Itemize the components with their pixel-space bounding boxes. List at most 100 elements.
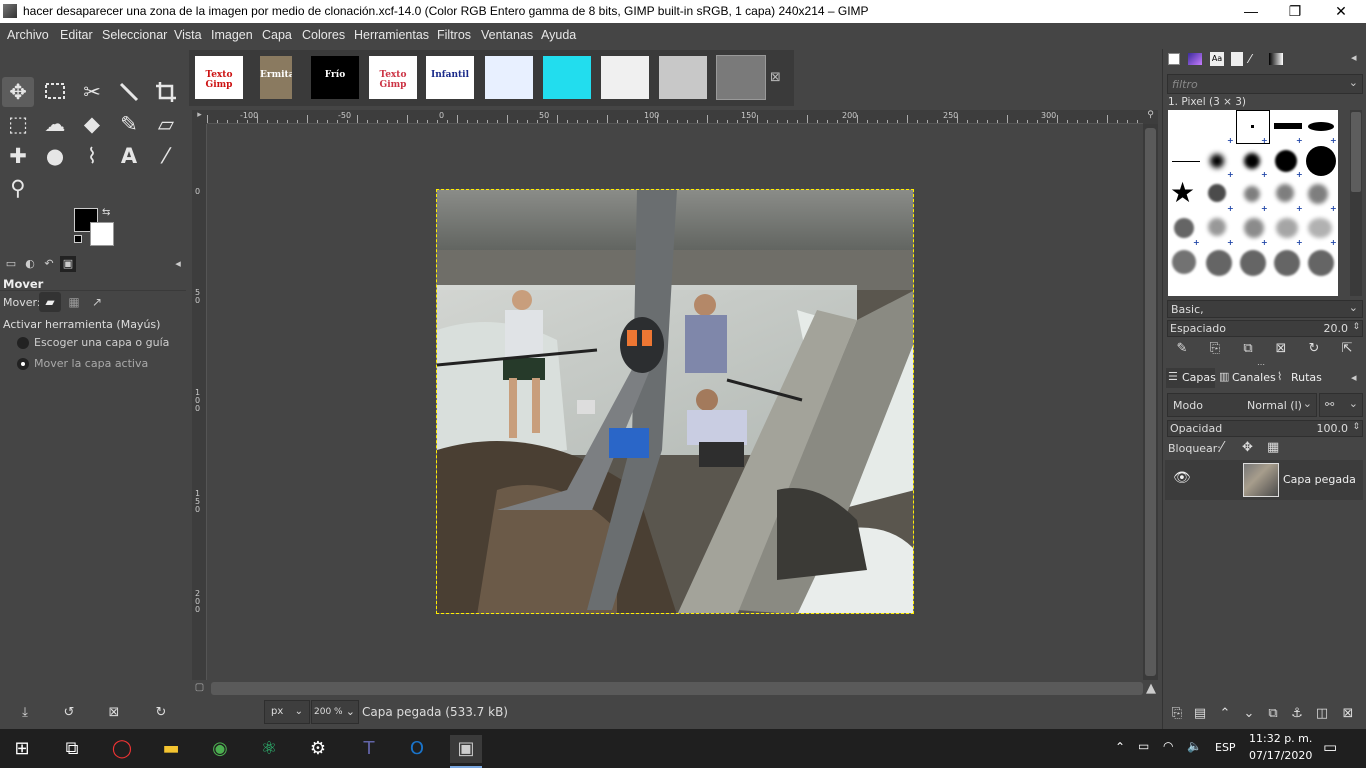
volume-icon[interactable]: 🔈 (1187, 739, 1202, 753)
image-canvas[interactable] (436, 189, 914, 614)
new-layer-icon[interactable]: ⎘ (1168, 705, 1186, 723)
reset-options-icon[interactable]: ↻ (152, 704, 170, 722)
image-tab-8[interactable] (601, 56, 649, 99)
restore-options-icon[interactable]: ↺ (60, 704, 78, 722)
heal-icon[interactable]: ✚ (2, 141, 34, 171)
image-tab-6[interactable] (485, 56, 533, 99)
minimize-button[interactable]: — (1228, 0, 1274, 23)
warp-transform-icon[interactable]: ☁ (39, 109, 71, 139)
opacity-field[interactable]: Opacidad 100.0 ⇕ (1167, 420, 1363, 437)
unit-select[interactable]: px ⌄ (264, 700, 310, 724)
pick-layer-radio[interactable] (17, 337, 29, 349)
chrome-icon[interactable]: ◉ (206, 735, 234, 763)
menu-herramientas[interactable]: Herramientas (354, 28, 429, 42)
move-selection-mode-icon[interactable]: ▦ (65, 292, 83, 312)
menu-vista[interactable]: Vista (174, 28, 202, 42)
crop-icon[interactable] (150, 77, 182, 107)
lock-pixels-icon[interactable]: ⁄ (1221, 440, 1223, 455)
brush-block[interactable] (1274, 123, 1302, 129)
brush-grid[interactable]: ★ + + + + + + + + + + + + + + + + (1168, 110, 1338, 296)
image-tab-4[interactable]: Texto Gimp (369, 56, 417, 99)
settings-gear-icon[interactable]: ⚙ (304, 735, 332, 763)
patterns-tab-icon[interactable] (1188, 53, 1202, 65)
menu-capa[interactable]: Capa (262, 28, 292, 42)
spin-arrows-icon[interactable]: ⇕ (1352, 420, 1360, 435)
layer-row[interactable]: 👁 Capa pegada (1165, 460, 1363, 500)
document-history-icon[interactable] (1231, 52, 1243, 66)
eraser-icon[interactable]: ▱ (150, 109, 182, 139)
menu-ayuda[interactable]: Ayuda (541, 28, 576, 42)
menu-archivo[interactable]: Archivo (7, 28, 49, 42)
battery-icon[interactable]: ▭ (1138, 739, 1149, 753)
undo-history-tab-icon[interactable]: ↶ (41, 256, 57, 272)
star-brush-icon[interactable]: ★ (1170, 178, 1195, 208)
close-button[interactable]: ✕ (1318, 0, 1364, 23)
spin-arrows-icon[interactable]: ⇕ (1352, 320, 1360, 335)
opera-icon[interactable]: ◯ (108, 735, 136, 763)
image-tab-1[interactable]: Texto Gimp (195, 56, 243, 99)
delete-layer-icon[interactable]: ⊠ (1339, 705, 1357, 723)
image-tab-3[interactable]: Frío (311, 56, 359, 99)
panel-menu-icon[interactable]: ◂ (1351, 371, 1357, 384)
new-layer-group-icon[interactable]: ▤ (1191, 705, 1209, 723)
navigate-icon[interactable]: ▲ (1146, 681, 1156, 696)
gimp-taskbar-icon[interactable]: ▣ (450, 735, 482, 763)
fuzzy-select-icon[interactable] (113, 77, 145, 107)
unified-transform-icon[interactable]: ⬚ (2, 109, 34, 139)
refresh-brushes-icon[interactable]: ↻ (1305, 340, 1323, 358)
layer-mode-select[interactable]: Modo Normal (l) ⌄ (1167, 393, 1317, 417)
default-colors-icon[interactable] (74, 235, 82, 243)
path-tool-icon[interactable]: ⌇ (76, 141, 108, 171)
lock-alpha-icon[interactable]: ▦ (1267, 440, 1279, 455)
file-explorer-icon[interactable]: ▬ (157, 735, 185, 763)
language-indicator[interactable]: ESP (1215, 741, 1236, 754)
brush-editor-icon[interactable]: ⁄ (1249, 52, 1251, 66)
move-layer-mode-icon[interactable]: ▰ (39, 292, 61, 312)
bucket-fill-icon[interactable]: ◆ (76, 109, 108, 139)
scissors-icon[interactable]: ✂ (76, 77, 108, 107)
brush-grid-scrollbar[interactable] (1350, 110, 1362, 296)
duplicate-layer-icon[interactable]: ⧉ (1264, 705, 1282, 723)
delete-brush-icon[interactable]: ⊠ (1272, 340, 1290, 358)
mask-layer-icon[interactable]: ◫ (1313, 705, 1331, 723)
quick-mask-icon[interactable]: ▢ (192, 682, 207, 695)
task-view-icon[interactable]: ⧉ (58, 735, 86, 763)
image-tab-5[interactable]: Infantil (426, 56, 474, 99)
clock-date[interactable]: 07/17/2020 (1249, 749, 1312, 762)
wifi-icon[interactable]: ◠ (1163, 739, 1173, 753)
move-path-mode-icon[interactable]: ↗ (88, 292, 106, 312)
horizontal-scrollbar[interactable] (211, 682, 1143, 695)
show-hidden-icons-icon[interactable]: ⌃ (1115, 740, 1125, 754)
image-tab-10[interactable] (716, 55, 766, 100)
move-active-layer-radio[interactable] (17, 358, 29, 370)
composite-mode-select[interactable]: ⚯ ⌄ (1319, 393, 1363, 417)
tab-channels[interactable]: ▥ Canales (1217, 368, 1276, 388)
move-active-layer-label[interactable]: Mover la capa activa (34, 357, 148, 370)
image-tab-2[interactable]: Ermita (260, 56, 292, 99)
clock-time[interactable]: 11:32 p. m. (1249, 732, 1312, 745)
vertical-scrollbar[interactable] (1143, 124, 1158, 680)
tool-options-tab-icon[interactable]: ▭ (3, 256, 19, 272)
delete-options-icon[interactable]: ⊠ (105, 704, 123, 722)
duplicate-brush-icon[interactable]: ⧉ (1239, 340, 1257, 358)
text-tool-icon[interactable]: A (113, 141, 145, 171)
visibility-eye-icon[interactable]: 👁 (1173, 470, 1191, 486)
atom-icon[interactable]: ⚛ (255, 735, 283, 763)
menu-ventanas[interactable]: Ventanas (481, 28, 533, 42)
new-brush-icon[interactable]: ⎘ (1206, 340, 1224, 358)
maximize-button[interactable]: ❐ (1272, 0, 1318, 23)
outlook-icon[interactable]: O (403, 735, 431, 763)
menu-filtros[interactable]: Filtros (437, 28, 471, 42)
spacing-field[interactable]: Espaciado 20.0 ⇕ (1167, 320, 1363, 337)
close-tab-icon[interactable]: ⊠ (770, 70, 781, 85)
layer-name[interactable]: Capa pegada (1283, 473, 1356, 486)
brushes-tab-icon[interactable] (1168, 53, 1180, 65)
pick-layer-label[interactable]: Escoger una capa o guía (34, 336, 169, 349)
device-status-tab-icon[interactable]: ◐ (22, 256, 38, 272)
panel-menu-icon[interactable]: ◂ (1351, 51, 1357, 64)
gradients-tab-icon[interactable] (1269, 53, 1283, 65)
vertical-scroll-thumb[interactable] (1145, 128, 1156, 676)
image-tab-7[interactable] (543, 56, 591, 99)
background-color[interactable] (90, 222, 114, 246)
zoom-lock-icon[interactable]: ⚲ (1143, 110, 1158, 124)
